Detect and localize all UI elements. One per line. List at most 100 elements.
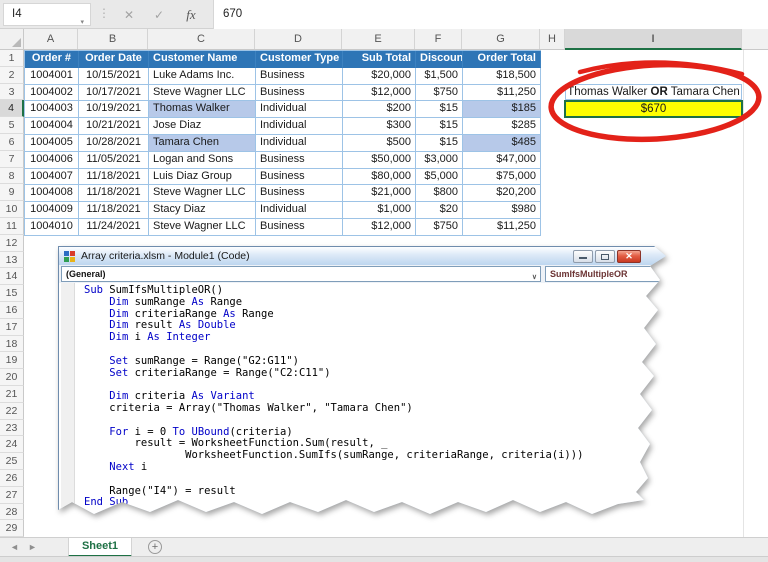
- cell[interactable]: $11,250: [463, 219, 541, 236]
- column-header-H[interactable]: H: [540, 29, 565, 49]
- cell[interactable]: 10/21/2021: [79, 118, 149, 135]
- row-header-18[interactable]: 18: [0, 336, 24, 353]
- cell[interactable]: $15: [416, 101, 463, 118]
- tab-scroll-left-icon[interactable]: ◄: [10, 542, 19, 552]
- cell[interactable]: $15: [416, 135, 463, 152]
- cell[interactable]: $20,200: [463, 185, 541, 202]
- row-header-26[interactable]: 26: [0, 470, 24, 487]
- cell[interactable]: Thomas Walker: [149, 101, 256, 118]
- header-cell[interactable]: Order Date: [79, 51, 149, 68]
- cell[interactable]: Jose Diaz: [149, 118, 256, 135]
- column-header-D[interactable]: D: [255, 29, 342, 49]
- cell[interactable]: 10/28/2021: [79, 135, 149, 152]
- vba-title-bar[interactable]: Array criteria.xlsm - Module1 (Code) ✕: [59, 247, 671, 265]
- cell[interactable]: 1004001: [25, 68, 79, 85]
- row-header-22[interactable]: 22: [0, 403, 24, 420]
- cell[interactable]: $21,000: [343, 185, 416, 202]
- cell[interactable]: 1004004: [25, 118, 79, 135]
- cell[interactable]: 10/17/2021: [79, 85, 149, 102]
- cell[interactable]: Business: [256, 169, 343, 186]
- cell[interactable]: Individual: [256, 135, 343, 152]
- cell[interactable]: $285: [463, 118, 541, 135]
- row-header-15[interactable]: 15: [0, 285, 24, 302]
- row-header-3[interactable]: 3: [0, 84, 24, 101]
- cell[interactable]: Business: [256, 152, 343, 169]
- cell[interactable]: $750: [416, 219, 463, 236]
- cell[interactable]: $20,000: [343, 68, 416, 85]
- cell[interactable]: $20: [416, 202, 463, 219]
- tab-scroll-right-icon[interactable]: ►: [28, 542, 37, 552]
- cell[interactable]: $750: [416, 85, 463, 102]
- column-header-G[interactable]: G: [462, 29, 540, 49]
- cell[interactable]: Business: [256, 219, 343, 236]
- row-header-11[interactable]: 11: [0, 218, 24, 235]
- cell[interactable]: $11,250: [463, 85, 541, 102]
- column-header-C[interactable]: C: [148, 29, 255, 49]
- cell[interactable]: 1004010: [25, 219, 79, 236]
- cell[interactable]: $1,500: [416, 68, 463, 85]
- cell[interactable]: $50,000: [343, 152, 416, 169]
- cell[interactable]: Individual: [256, 101, 343, 118]
- column-header-B[interactable]: B: [78, 29, 148, 49]
- enter-button[interactable]: ✓: [146, 5, 172, 25]
- cell[interactable]: 10/15/2021: [79, 68, 149, 85]
- cell[interactable]: $1,000: [343, 202, 416, 219]
- row-header-6[interactable]: 6: [0, 134, 24, 151]
- cell[interactable]: $80,000: [343, 169, 416, 186]
- row-header-9[interactable]: 9: [0, 184, 24, 201]
- cell[interactable]: Steve Wagner LLC: [149, 219, 256, 236]
- cell[interactable]: 11/18/2021: [79, 185, 149, 202]
- cell[interactable]: 11/24/2021: [79, 219, 149, 236]
- cell[interactable]: $980: [463, 202, 541, 219]
- cell[interactable]: $3,000: [416, 152, 463, 169]
- maximize-button[interactable]: [595, 250, 615, 263]
- row-header-23[interactable]: 23: [0, 420, 24, 437]
- cell[interactable]: Luke Adams Inc.: [149, 68, 256, 85]
- row-header-12[interactable]: 12: [0, 235, 24, 252]
- row-header-21[interactable]: 21: [0, 386, 24, 403]
- row-header-16[interactable]: 16: [0, 302, 24, 319]
- row-header-10[interactable]: 10: [0, 201, 24, 218]
- cell[interactable]: 1004003: [25, 101, 79, 118]
- cell[interactable]: 11/05/2021: [79, 152, 149, 169]
- cell[interactable]: $200: [343, 101, 416, 118]
- column-header-I[interactable]: I: [565, 29, 742, 50]
- header-cell[interactable]: Discount: [416, 51, 463, 68]
- cell[interactable]: $75,000: [463, 169, 541, 186]
- row-header-8[interactable]: 8: [0, 168, 24, 185]
- cell[interactable]: Steve Wagner LLC: [149, 85, 256, 102]
- cell[interactable]: Luis Diaz Group: [149, 169, 256, 186]
- vba-code-area[interactable]: Sub SumIfsMultipleOR() Dim sumRange As R…: [59, 283, 669, 524]
- row-header-24[interactable]: 24: [0, 436, 24, 453]
- cell[interactable]: $12,000: [343, 219, 416, 236]
- cell[interactable]: $500: [343, 135, 416, 152]
- cell[interactable]: $12,000: [343, 85, 416, 102]
- cancel-button[interactable]: ✕: [116, 5, 142, 25]
- cell[interactable]: Tamara Chen: [149, 135, 256, 152]
- row-header-27[interactable]: 27: [0, 487, 24, 504]
- column-header-E[interactable]: E: [342, 29, 415, 49]
- header-cell[interactable]: Order Total: [463, 51, 541, 68]
- row-header-13[interactable]: 13: [0, 252, 24, 269]
- row-header-28[interactable]: 28: [0, 504, 24, 521]
- cell[interactable]: Individual: [256, 118, 343, 135]
- cell[interactable]: 1004007: [25, 169, 79, 186]
- row-header-2[interactable]: 2: [0, 67, 24, 84]
- row-header-5[interactable]: 5: [0, 117, 24, 134]
- cell[interactable]: Business: [256, 185, 343, 202]
- procedure-dropdown[interactable]: SumIfsMultipleOR: [545, 266, 667, 282]
- cell[interactable]: 1004006: [25, 152, 79, 169]
- result-cell-I4[interactable]: $670: [564, 100, 743, 119]
- row-header-17[interactable]: 17: [0, 319, 24, 336]
- cell[interactable]: 1004009: [25, 202, 79, 219]
- cell[interactable]: $47,000: [463, 152, 541, 169]
- column-header-F[interactable]: F: [415, 29, 462, 49]
- row-header-25[interactable]: 25: [0, 453, 24, 470]
- insert-function-button[interactable]: fx: [178, 5, 204, 25]
- cell[interactable]: 1004002: [25, 85, 79, 102]
- minimize-button[interactable]: [573, 250, 593, 263]
- header-cell[interactable]: Customer Name: [149, 51, 256, 68]
- cell[interactable]: $15: [416, 118, 463, 135]
- cell[interactable]: 11/18/2021: [79, 202, 149, 219]
- row-header-20[interactable]: 20: [0, 369, 24, 386]
